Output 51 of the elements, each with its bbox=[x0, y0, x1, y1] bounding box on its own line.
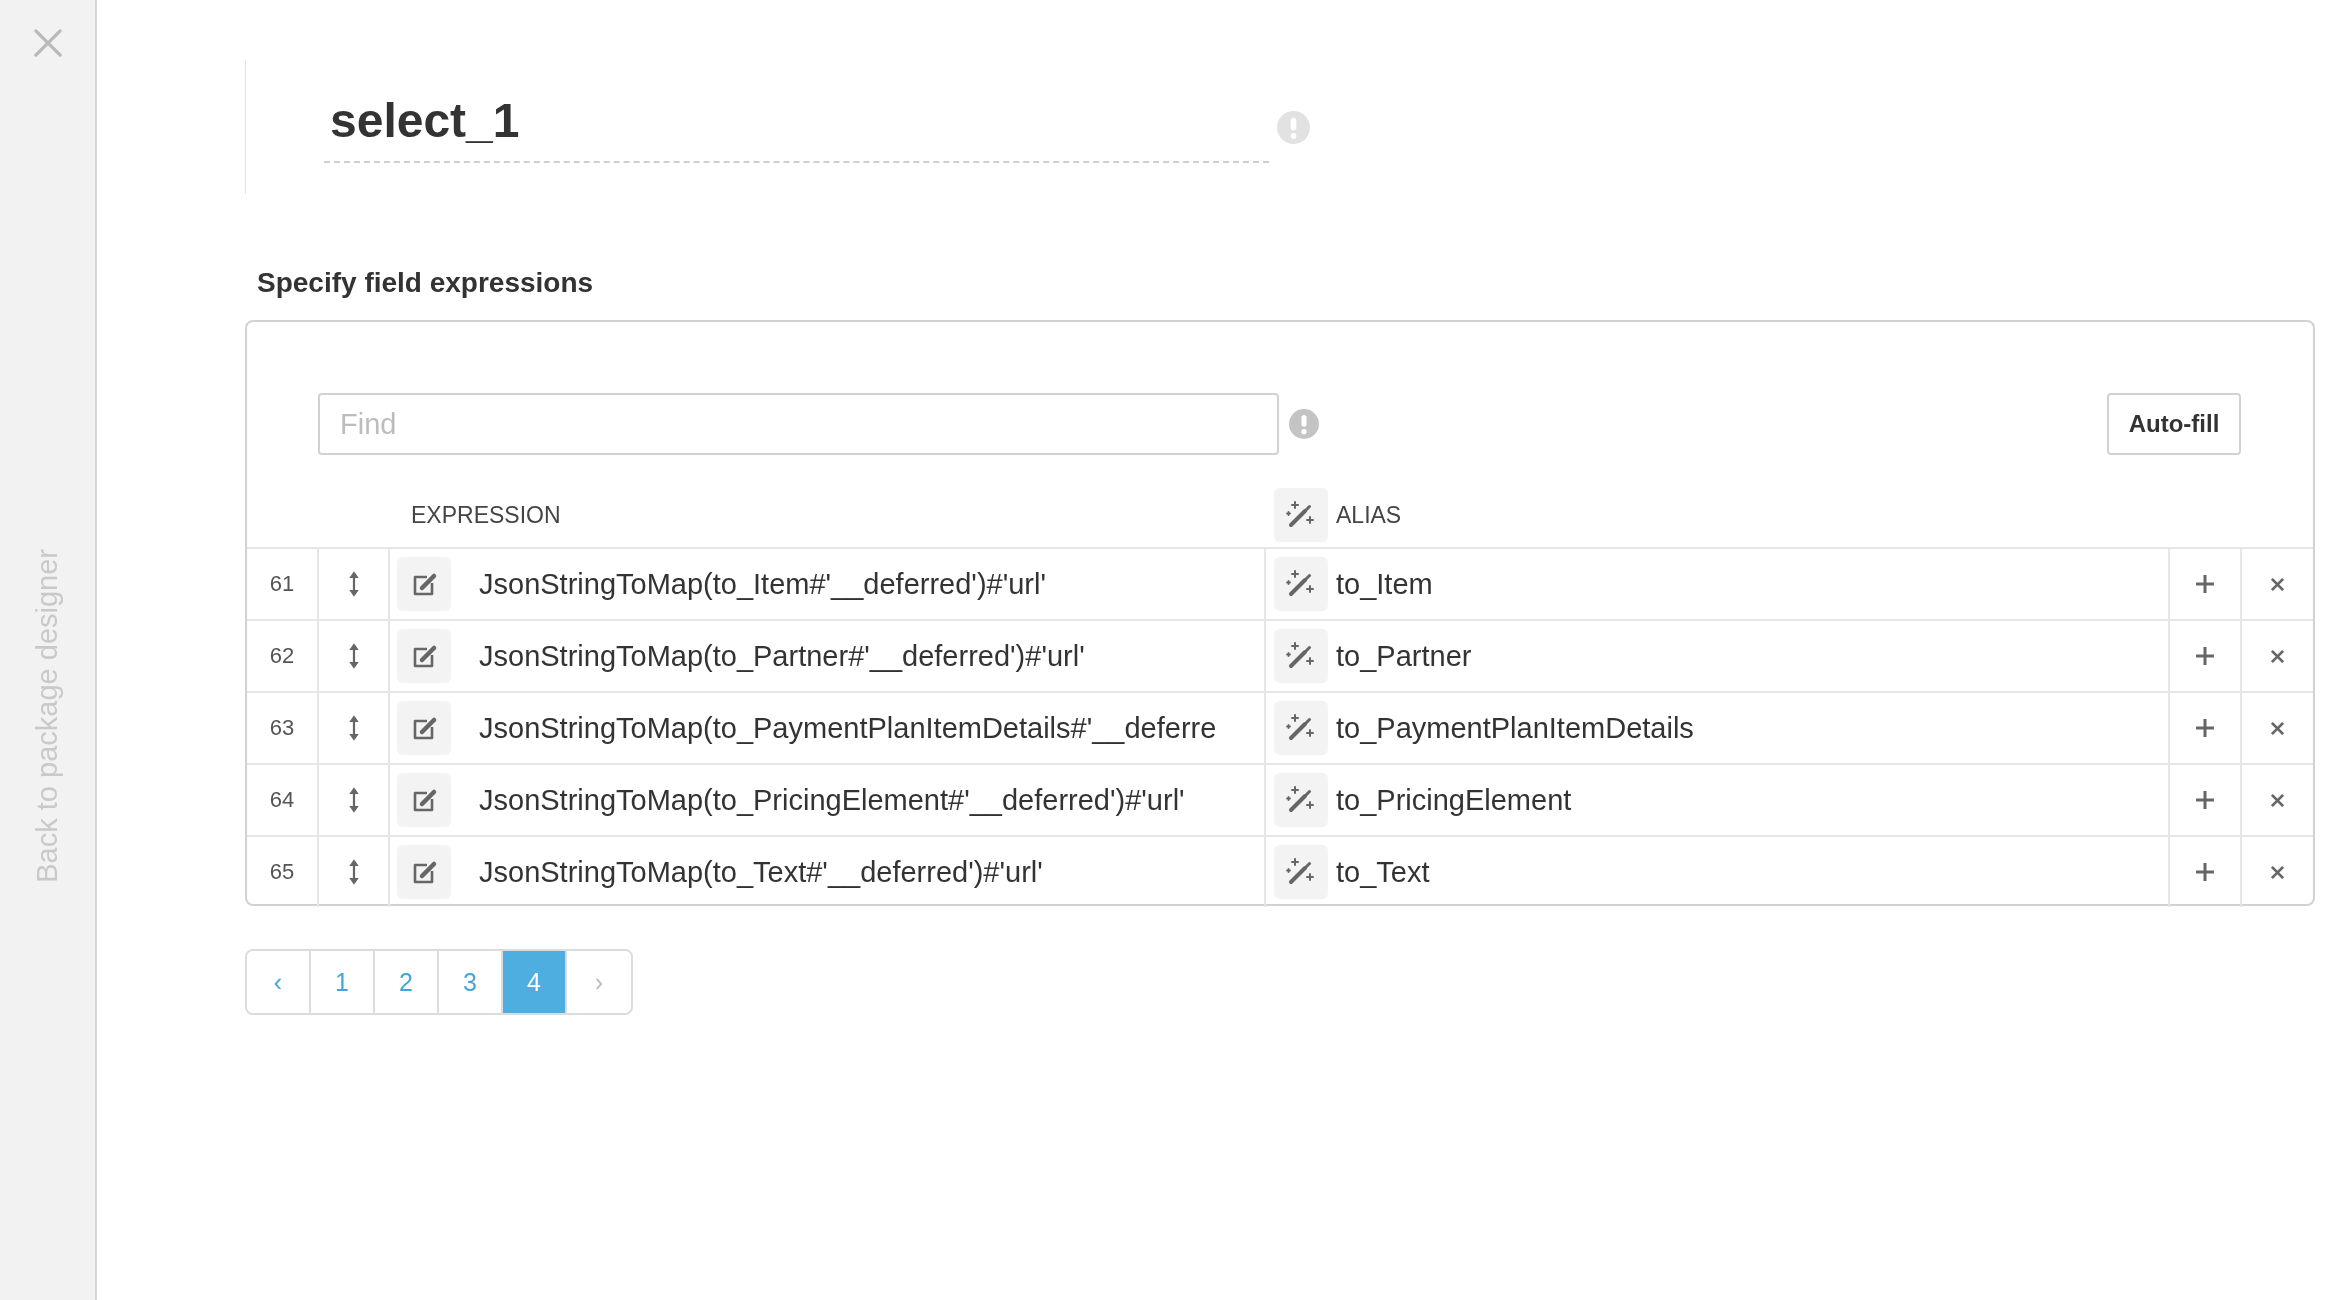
wand-icon[interactable] bbox=[1274, 557, 1328, 611]
plus-icon[interactable] bbox=[2195, 574, 2215, 594]
alias-text: to_PaymentPlanItemDetails bbox=[1336, 711, 1694, 745]
name-field[interactable]: select_1 bbox=[324, 80, 1269, 163]
cross-icon[interactable] bbox=[2270, 649, 2285, 665]
previous-page-button[interactable]: ‹ bbox=[247, 951, 311, 1013]
cross-icon[interactable] bbox=[2270, 865, 2285, 881]
info-icon bbox=[1277, 111, 1310, 144]
edit-icon[interactable] bbox=[397, 845, 451, 899]
edit-icon[interactable] bbox=[397, 701, 451, 755]
wand-icon[interactable] bbox=[1274, 629, 1328, 683]
row-number: 63 bbox=[269, 715, 295, 740]
expression-text: JsonStringToMap(to_PricingElement#'__deferred')#'url' bbox=[479, 783, 1185, 817]
wand-icon[interactable] bbox=[1274, 488, 1328, 542]
row-number: 61 bbox=[269, 571, 295, 596]
edit-icon[interactable] bbox=[397, 557, 451, 611]
row-number: 64 bbox=[269, 787, 295, 812]
wand-icon[interactable] bbox=[1274, 701, 1328, 755]
auto-fill-button[interactable]: Auto-fill bbox=[2107, 393, 2241, 455]
cross-icon[interactable] bbox=[2270, 721, 2285, 737]
edit-icon[interactable] bbox=[397, 629, 451, 683]
plus-icon[interactable] bbox=[2195, 790, 2215, 810]
alias-text: to_Text bbox=[1336, 855, 1430, 889]
expression-text: JsonStringToMap(to_Partner#'__deferred')#'url' bbox=[479, 639, 1085, 673]
up-down-arrow-icon[interactable] bbox=[347, 715, 360, 741]
up-down-arrow-icon[interactable] bbox=[347, 859, 360, 885]
up-down-arrow-icon[interactable] bbox=[347, 787, 360, 813]
expression-text: JsonStringToMap(to_Item#'__deferred')#'url' bbox=[479, 567, 1046, 601]
up-down-arrow-icon[interactable] bbox=[347, 571, 360, 597]
edit-icon[interactable] bbox=[397, 773, 451, 827]
info-icon bbox=[1289, 409, 1319, 439]
row-number: 62 bbox=[269, 643, 295, 668]
section-title: Specify field expressions bbox=[257, 268, 594, 298]
alias-text: to_Partner bbox=[1336, 639, 1472, 673]
find-field[interactable]: Find bbox=[318, 393, 1279, 455]
expression-text: JsonStringToMap(to_PaymentPlanItemDetails#'__deferre bbox=[479, 711, 1217, 745]
column-header: EXPRESSION bbox=[411, 501, 561, 528]
alias-text: to_PricingElement bbox=[1336, 783, 1572, 817]
cross-icon[interactable] bbox=[2270, 577, 2285, 593]
plus-icon[interactable] bbox=[2195, 862, 2215, 882]
up-down-arrow-icon[interactable] bbox=[347, 643, 360, 669]
column-header: ALIAS bbox=[1336, 501, 1402, 529]
cross-icon[interactable] bbox=[2270, 793, 2285, 809]
row-number: 65 bbox=[269, 859, 295, 884]
alias-text: to_Item bbox=[1336, 567, 1433, 601]
wand-icon[interactable] bbox=[1274, 773, 1328, 827]
plus-icon[interactable] bbox=[2195, 718, 2215, 738]
expression-text: JsonStringToMap(to_Text#'__deferred')#'url' bbox=[479, 855, 1043, 889]
wand-icon[interactable] bbox=[1274, 845, 1328, 899]
plus-icon[interactable] bbox=[2195, 646, 2215, 666]
page-button[interactable]: 4 bbox=[503, 951, 567, 1013]
